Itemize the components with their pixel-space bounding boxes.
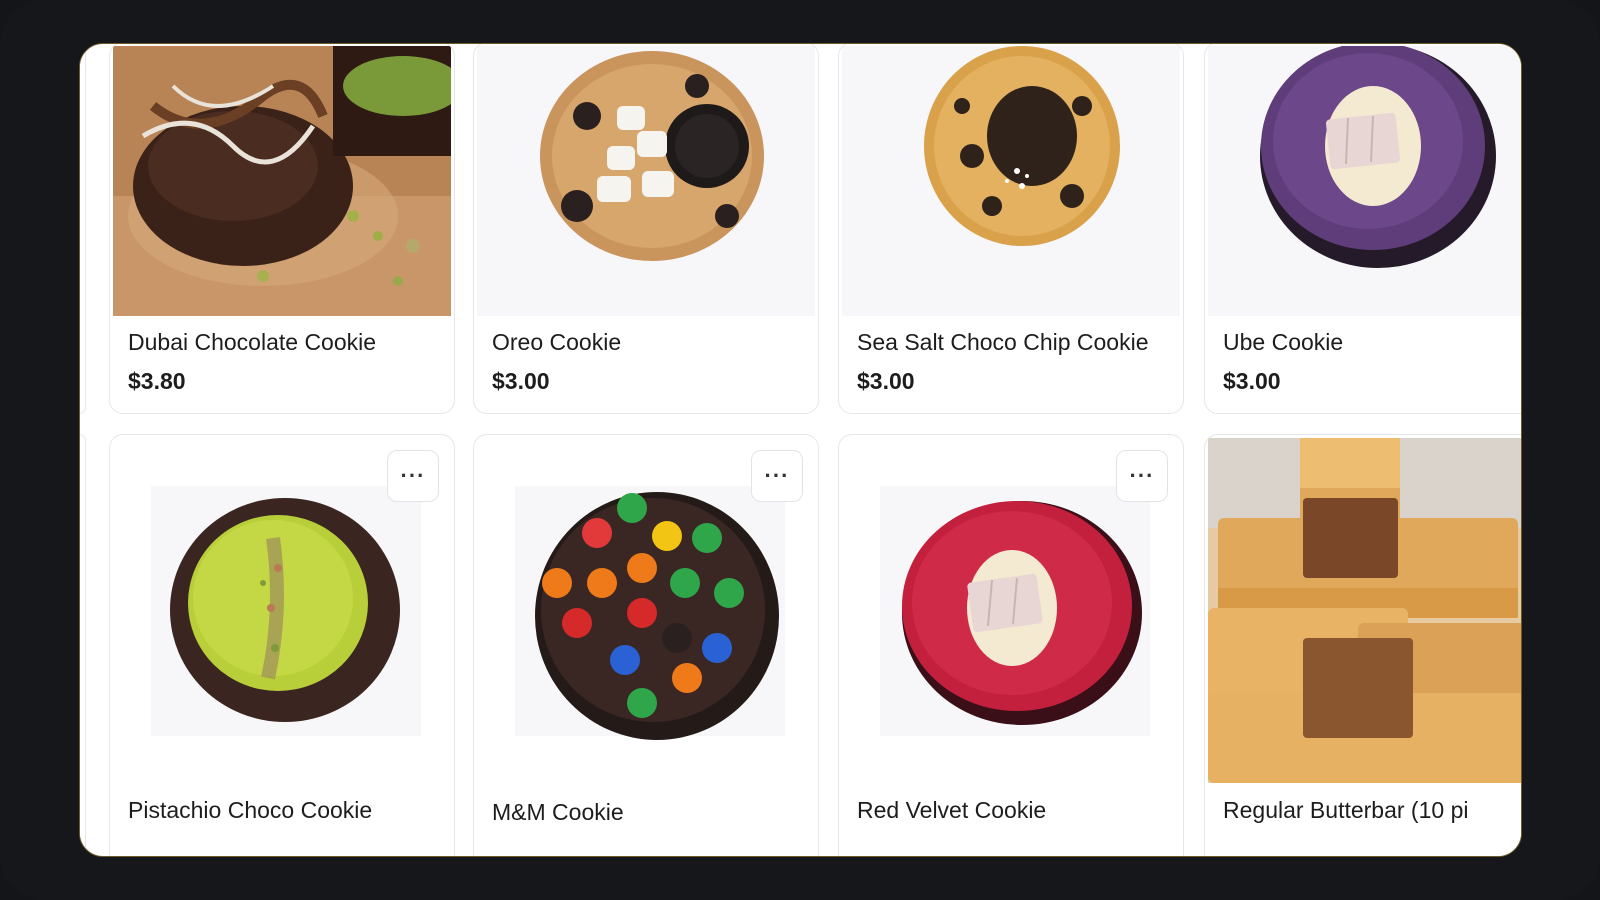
- more-horizontal-icon: ···: [764, 463, 790, 488]
- mm-cookie-photo: ···: [477, 438, 815, 783]
- partial-card-left: [80, 434, 86, 856]
- more-options-button[interactable]: ···: [1116, 450, 1168, 502]
- product-card-ube-cookie[interactable]: Ube Cookie $3.00: [1204, 44, 1521, 414]
- red-velvet-cookie-photo: ···: [842, 438, 1180, 783]
- product-name: Red Velvet Cookie: [857, 797, 1047, 823]
- more-horizontal-icon: ···: [400, 463, 426, 488]
- product-price: $3.00: [492, 368, 550, 394]
- ube-cookie-photo: [1208, 46, 1521, 316]
- product-card-red-velvet-cookie[interactable]: ··· Red Velvet Cookie: [838, 434, 1184, 856]
- product-price: $3.00: [857, 368, 915, 394]
- oreo-cookie-photo: [477, 46, 815, 316]
- dubai-chocolate-cookie-photo: [113, 46, 451, 316]
- product-name: Dubai Chocolate Cookie: [128, 329, 377, 355]
- more-horizontal-icon: ···: [1129, 463, 1155, 488]
- sea-salt-choco-chip-cookie-photo: [842, 46, 1180, 316]
- product-card-oreo-cookie[interactable]: Oreo Cookie $3.00: [473, 44, 819, 414]
- product-card-sea-salt-choco-chip-cookie[interactable]: Sea Salt Choco Chip Cookie $3.00: [838, 44, 1184, 414]
- product-card-regular-butterbar[interactable]: Regular Butterbar (10 pi: [1204, 434, 1521, 856]
- partial-card-left: [80, 44, 86, 414]
- product-name: M&M Cookie: [492, 799, 624, 825]
- device-frame: Dubai Chocolate Cookie $3.80 Oreo Cookie…: [0, 0, 1600, 900]
- product-name: Oreo Cookie: [492, 329, 622, 355]
- product-card-pistachio-choco-cookie[interactable]: ··· Pistachio Choco Cookie: [109, 434, 455, 856]
- pistachio-choco-cookie-photo: ···: [113, 438, 451, 783]
- product-name: Pistachio Choco Cookie: [128, 797, 373, 823]
- product-grid: Dubai Chocolate Cookie $3.80 Oreo Cookie…: [79, 43, 1522, 857]
- product-name: Ube Cookie: [1223, 329, 1344, 355]
- product-price: $3.80: [128, 368, 186, 394]
- product-price: $3.00: [1223, 368, 1281, 394]
- product-card-dubai-chocolate-cookie[interactable]: Dubai Chocolate Cookie $3.80: [109, 44, 455, 414]
- more-options-button[interactable]: ···: [387, 450, 439, 502]
- product-card-mm-cookie[interactable]: ··· M&M Cookie: [473, 434, 819, 856]
- product-name: Regular Butterbar (10 pi: [1223, 797, 1469, 823]
- butterbar-photo: [1208, 438, 1521, 783]
- more-options-button[interactable]: ···: [751, 450, 803, 502]
- product-name: Sea Salt Choco Chip Cookie: [857, 329, 1149, 355]
